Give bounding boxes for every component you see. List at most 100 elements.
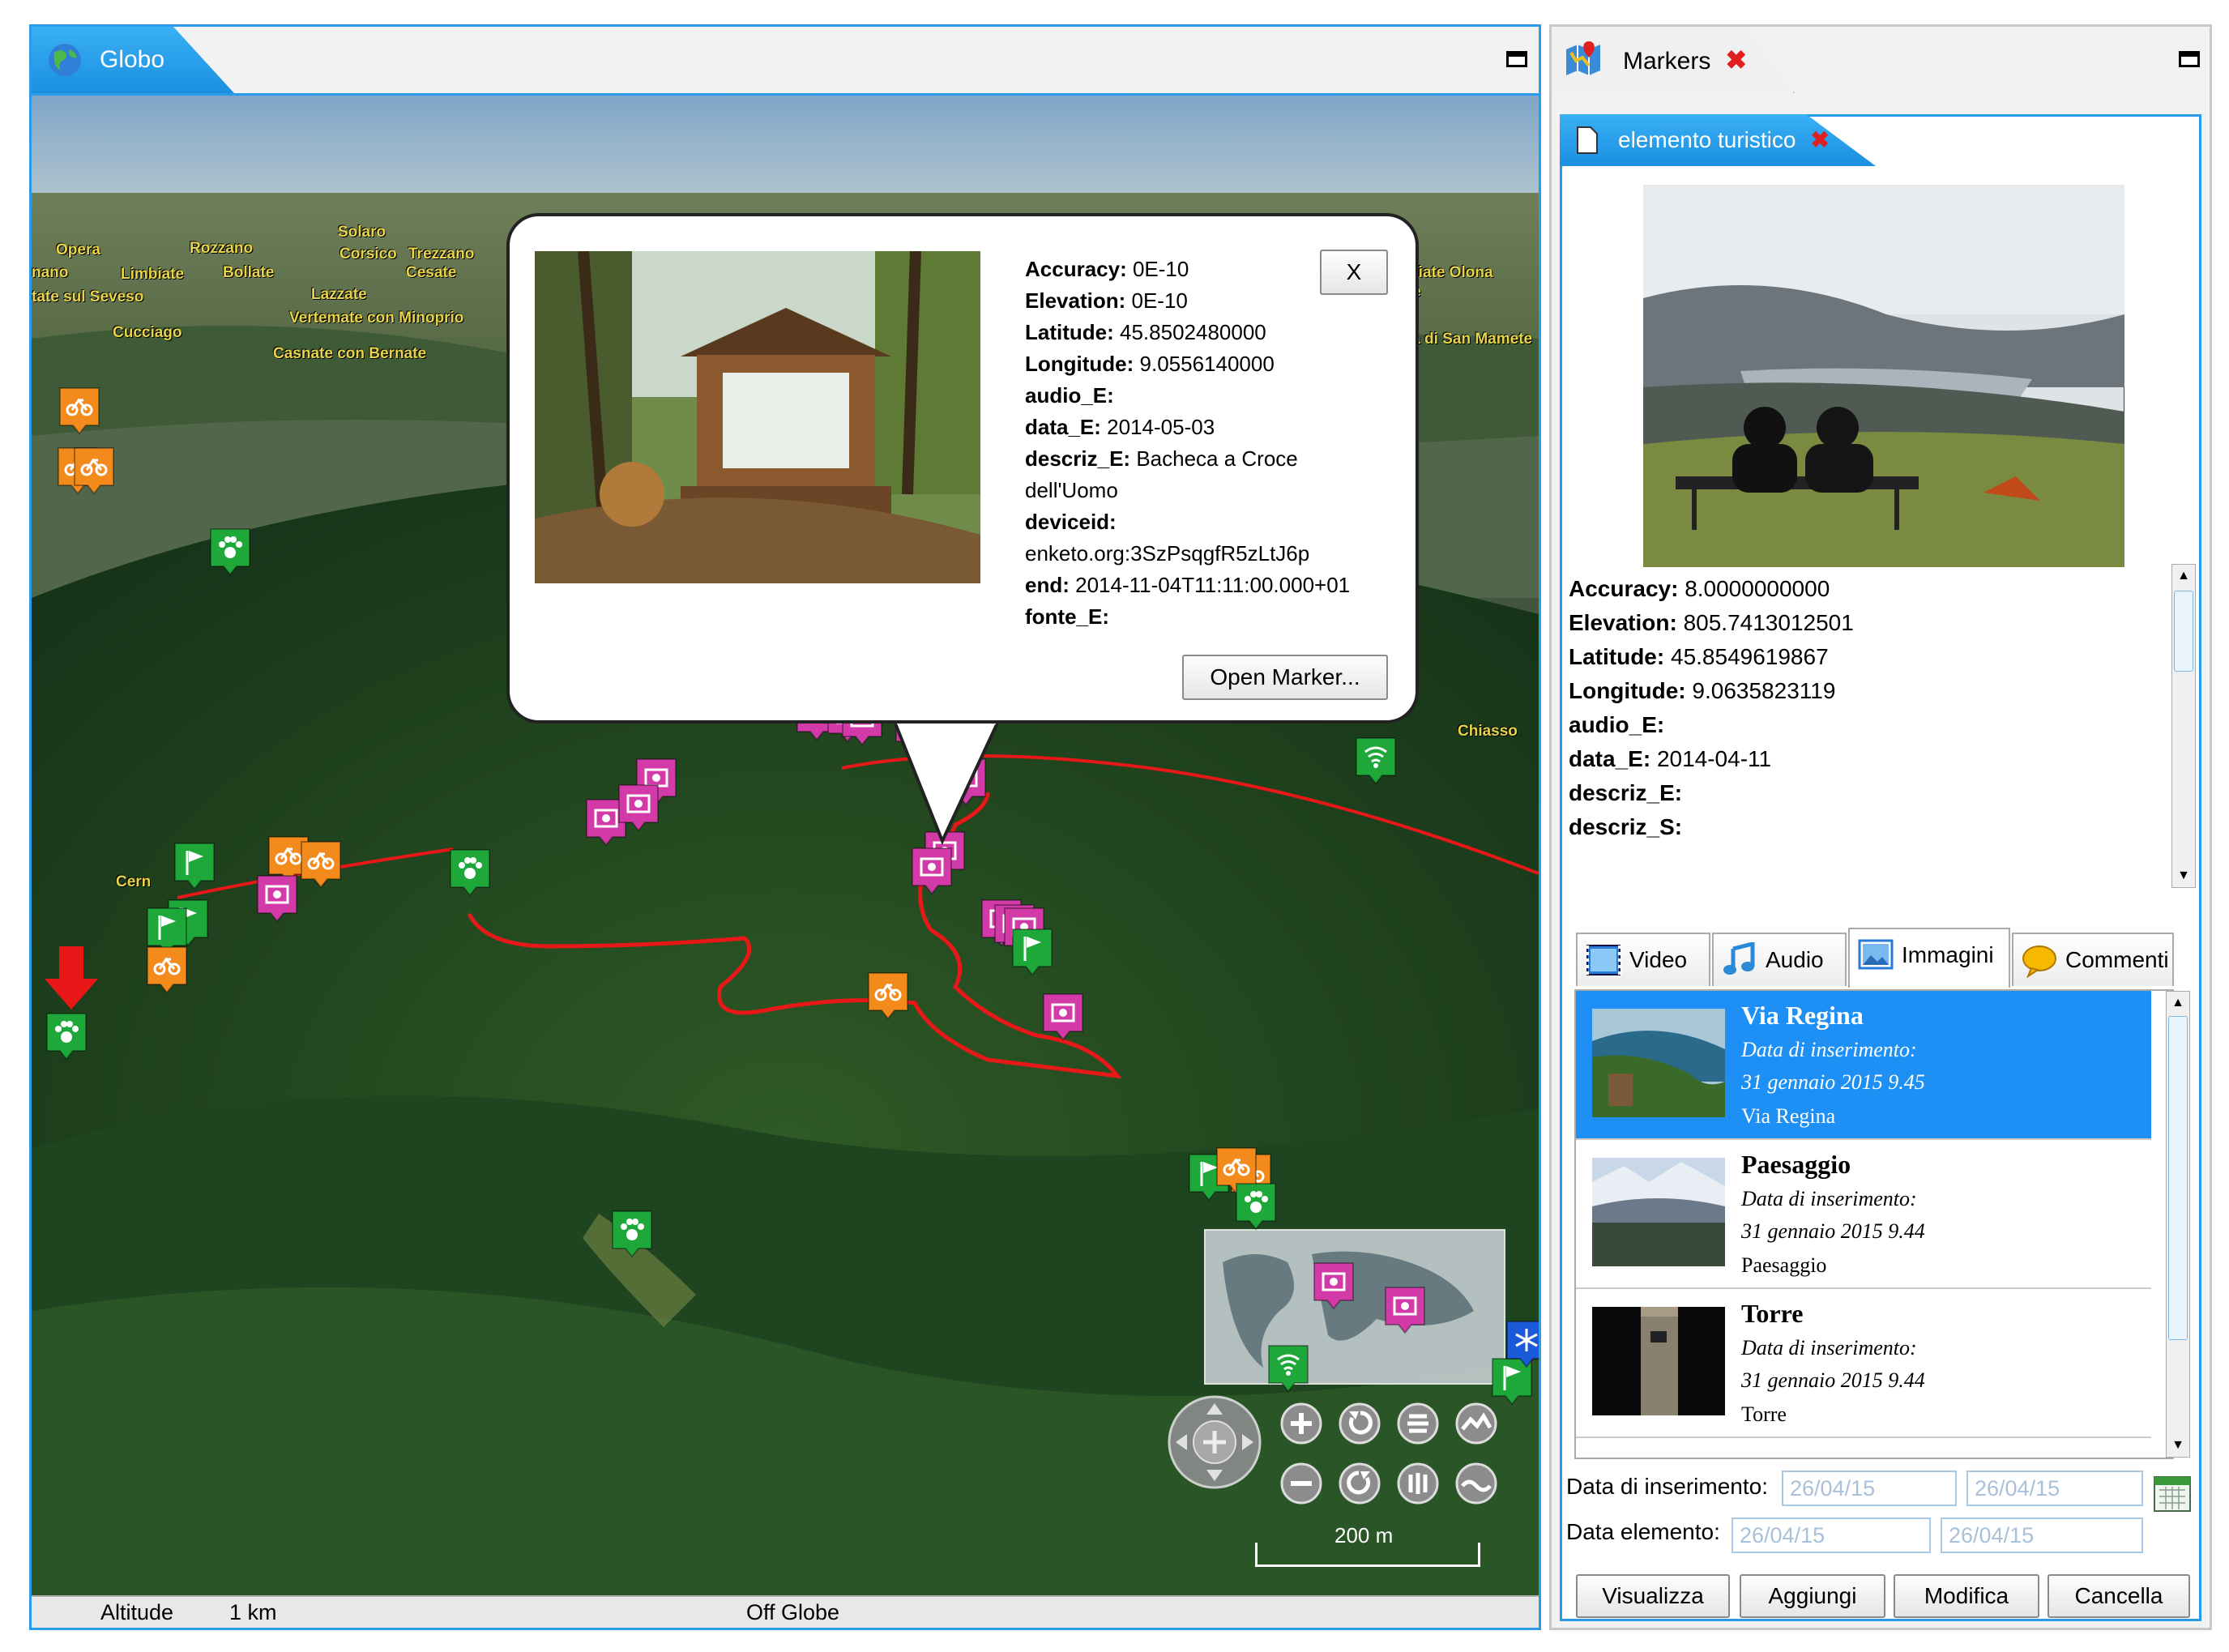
list-item[interactable]: Torre Data di inserimento: 31 gennaio 20… <box>1576 1289 2151 1438</box>
map-marker[interactable] <box>617 783 660 833</box>
open-marker-button[interactable]: Open Marker... <box>1182 655 1388 700</box>
signal-marker-icon <box>1356 737 1396 785</box>
scroll-up-icon[interactable]: ▲ <box>2167 992 2189 1014</box>
elevation-down-button[interactable] <box>1454 1462 1498 1509</box>
element-date-from-field[interactable] <box>1732 1518 1931 1553</box>
map-marker[interactable] <box>910 846 954 896</box>
map-marker[interactable] <box>45 1011 88 1061</box>
scroll-down-icon[interactable]: ▼ <box>2172 864 2195 887</box>
insert-date-from-field[interactable] <box>1782 1471 1957 1506</box>
wildlife-paw-marker-icon <box>1236 1183 1276 1231</box>
map-marker[interactable] <box>1010 927 1054 977</box>
images-scrollbar[interactable]: ▲ ▼ <box>2166 991 2190 1458</box>
tab-markers[interactable]: Markers ✖ <box>1552 27 1795 93</box>
rotate-left-button[interactable] <box>1338 1402 1381 1449</box>
music-note-icon <box>1723 942 1755 975</box>
wildlife-paw-marker-icon <box>46 1013 87 1061</box>
map-marker[interactable] <box>1234 1181 1278 1232</box>
map-marker[interactable] <box>1312 1261 1356 1311</box>
comment-bubble-icon <box>2022 946 2056 978</box>
map-marker[interactable] <box>1041 992 1085 1042</box>
zoom-in-icon <box>1280 1402 1322 1445</box>
attribute-value: 45.8549619867 <box>1671 644 1829 669</box>
list-item-caption: Via Regina <box>1741 1104 1836 1128</box>
map-marker[interactable] <box>173 841 216 891</box>
scroll-thumb[interactable] <box>2168 1016 2188 1340</box>
list-item-date: 31 gennaio 2015 9.44 <box>1741 1219 1925 1243</box>
wildlife-paw-marker-icon <box>612 1210 652 1258</box>
place-label: Rozzano <box>190 240 254 257</box>
globe-map[interactable]: Opera Rozzano Solaro Corsico Trezzano na… <box>32 96 1539 1599</box>
map-marker[interactable] <box>610 1209 654 1259</box>
place-label: Trezzano <box>408 245 475 263</box>
map-marker[interactable] <box>208 527 252 577</box>
map-marker[interactable] <box>1383 1285 1427 1335</box>
tab-globo-label: Globo <box>100 46 165 73</box>
close-markers-tab-icon[interactable]: ✖ <box>1725 45 1747 75</box>
tilt-up-button[interactable] <box>1396 1402 1440 1449</box>
attributes-scrollbar[interactable]: ▲ ▼ <box>2171 564 2196 888</box>
tab-globo[interactable]: Globo <box>32 27 234 93</box>
place-label: Chiasso <box>1458 723 1518 740</box>
list-item[interactable]: Paesaggio Data di inserimento: 31 gennai… <box>1576 1140 2151 1289</box>
map-marker[interactable] <box>1505 1319 1539 1369</box>
view-button[interactable]: Visualizza <box>1576 1574 1730 1618</box>
list-item-date-label: Data di inserimento: <box>1741 1187 1917 1210</box>
attribute-key: Longitude: <box>1025 352 1134 376</box>
attribute-key: descriz_S: <box>1569 814 1683 839</box>
map-marker[interactable] <box>255 873 299 924</box>
place-label: Vertemate con Minoprio <box>289 309 464 327</box>
rotate-right-button[interactable] <box>1338 1462 1381 1509</box>
insert-date-to-field[interactable] <box>1966 1471 2143 1506</box>
markers-minimize-button[interactable] <box>2179 51 2200 67</box>
scroll-up-icon[interactable]: ▲ <box>2172 565 2195 587</box>
markers-map-icon <box>1566 41 1600 75</box>
attribute-row: audio_E: <box>1025 380 1390 412</box>
scroll-thumb[interactable] <box>2174 591 2193 672</box>
pan-control[interactable] <box>1166 1392 1263 1497</box>
tab-video[interactable]: Video <box>1576 933 1710 986</box>
tab-immagini[interactable]: Immagini <box>1848 928 2010 988</box>
map-marker[interactable] <box>145 945 189 995</box>
attribute-value: enketo.org:3SzPsqgfR5zLtJ6p <box>1025 541 1310 566</box>
map-marker[interactable] <box>1266 1343 1310 1394</box>
red-arrow-marker[interactable] <box>43 946 100 1011</box>
element-date-to-field[interactable] <box>1941 1518 2143 1553</box>
list-item-date-label: Data di inserimento: <box>1741 1038 1917 1061</box>
attribute-key: Accuracy: <box>1569 576 1679 601</box>
tab-audio[interactable]: Audio <box>1712 933 1847 986</box>
attribute-value: 9.0556140000 <box>1139 352 1275 376</box>
map-marker[interactable] <box>299 839 343 890</box>
tab-commenti[interactable]: Commenti <box>2012 933 2174 986</box>
elevation-up-button[interactable] <box>1454 1402 1498 1449</box>
popup-attributes: Accuracy: 0E-10 Elevation: 0E-10 Latitude:… <box>1025 254 1390 633</box>
attribute-key: fonte_E: <box>1025 604 1109 629</box>
calendar-icon[interactable] <box>2153 1472 2192 1513</box>
delete-button[interactable]: Cancella <box>2048 1574 2190 1618</box>
list-item-title: Paesaggio <box>1741 1150 1851 1179</box>
tilt-down-button[interactable] <box>1396 1462 1440 1509</box>
zoom-in-button[interactable] <box>1279 1402 1323 1449</box>
close-subtab-icon[interactable]: ✖ <box>1810 127 1829 152</box>
list-item[interactable]: Via Regina Data di inserimento: 31 genna… <box>1576 991 2151 1140</box>
tilt-down-icon <box>1397 1462 1439 1505</box>
attribute-row: data_E: 2014-04-11 <box>1569 742 2168 776</box>
map-marker[interactable] <box>448 847 492 898</box>
altitude-label: Altitude <box>100 1600 174 1624</box>
zoom-out-button[interactable] <box>1279 1462 1323 1509</box>
minimize-button[interactable] <box>1506 51 1527 67</box>
map-marker[interactable] <box>1354 736 1398 786</box>
attribute-key: Latitude: <box>1569 644 1665 669</box>
map-marker[interactable] <box>58 386 101 436</box>
map-marker[interactable] <box>866 971 910 1021</box>
attribute-row: descriz_E: <box>1569 776 2168 810</box>
add-button[interactable]: Aggiungi <box>1740 1574 1885 1618</box>
attribute-key: Elevation: <box>1569 610 1677 635</box>
map-marker[interactable] <box>72 446 116 496</box>
popup-close-button[interactable]: X <box>1320 250 1388 295</box>
edit-button[interactable]: Modifica <box>1894 1574 2039 1618</box>
attribute-value: 2014-05-03 <box>1107 415 1215 439</box>
arrow-down-icon <box>45 946 98 1010</box>
place-label: Solaro <box>338 224 386 241</box>
scroll-down-icon[interactable]: ▼ <box>2167 1434 2189 1457</box>
